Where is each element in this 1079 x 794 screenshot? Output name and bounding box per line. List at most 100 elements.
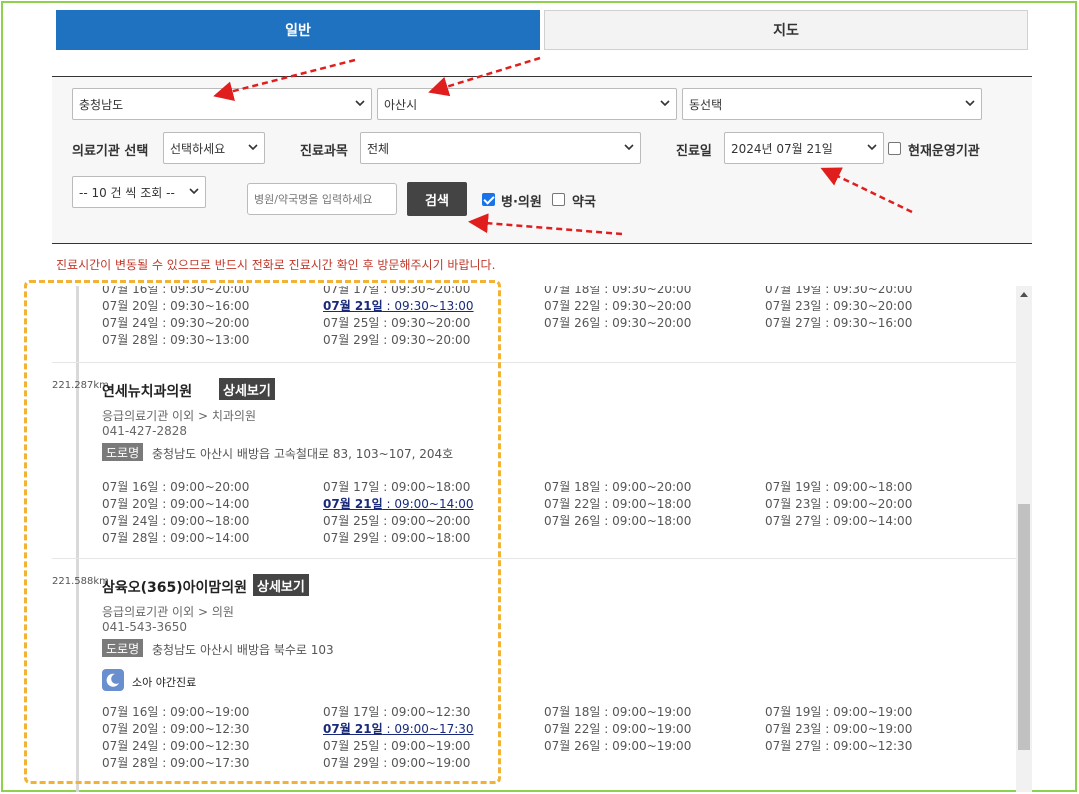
schedule-entry: 07월 17일 : 09:30~20:00 xyxy=(323,286,471,296)
city-select[interactable]: 아산시 xyxy=(377,88,677,120)
schedule-entry: 07월 22일 : 09:30~20:00 xyxy=(544,299,692,313)
detail-button[interactable]: 상세보기 xyxy=(253,574,309,596)
schedule-entry: 07월 24일 : 09:00~18:00 xyxy=(102,514,250,528)
district-value: 동선택 xyxy=(689,97,723,112)
chevron-down-icon xyxy=(355,100,365,107)
schedule-entry: 07월 25일 : 09:00~20:00 xyxy=(323,514,471,528)
schedule-entry: 07월 27일 : 09:30~16:00 xyxy=(765,316,913,330)
institution-value: 선택하세요 xyxy=(170,141,226,156)
hospital-phone: 041-543-3650 xyxy=(102,620,188,634)
chevron-down-icon xyxy=(660,100,670,107)
schedule-entry: 07월 28일 : 09:30~13:00 xyxy=(102,333,250,347)
institution-select[interactable]: 선택하세요 xyxy=(163,132,265,164)
open-now-checkbox[interactable] xyxy=(888,142,901,155)
schedule-entry: 07월 29일 : 09:00~18:00 xyxy=(323,531,471,545)
chevron-down-icon xyxy=(624,144,634,151)
hospital-check-label: 병·의원 xyxy=(501,195,542,210)
schedule-entry: 07월 23일 : 09:30~20:00 xyxy=(765,299,913,313)
schedule-entry-today: 07월 21일 : 09:00~17:30 xyxy=(323,722,474,736)
institution-label: 의료기관 선택 xyxy=(72,144,149,159)
tab-map[interactable]: 지도 xyxy=(544,10,1028,50)
schedule-entry: 07월 16일 : 09:00~20:00 xyxy=(102,480,250,494)
search-input[interactable] xyxy=(247,183,397,215)
results-list: 07월 16일 : 09:30~20:00 07월 17일 : 09:30~20… xyxy=(52,286,1017,792)
chevron-down-icon xyxy=(189,188,199,195)
schedule-entry: 07월 25일 : 09:30~20:00 xyxy=(323,316,471,330)
distance-label: 221.287km xyxy=(52,380,109,391)
schedule-entry: 07월 28일 : 09:00~17:30 xyxy=(102,756,250,770)
notice-text: 진료시간이 변동될 수 있으므로 반드시 전화로 진료시간 확인 후 방문해주시… xyxy=(56,258,496,272)
chevron-down-icon xyxy=(965,100,975,107)
schedule-entry: 07월 16일 : 09:00~19:00 xyxy=(102,705,250,719)
scroll-up-arrow-icon[interactable] xyxy=(1020,292,1028,297)
province-select[interactable]: 충청남도 xyxy=(72,88,372,120)
schedule-entry: 07월 19일 : 09:00~18:00 xyxy=(765,480,913,494)
schedule-entry-today: 07월 21일 : 09:00~14:00 xyxy=(323,497,474,511)
hospital-name[interactable]: 삼육오(365)아이맘의원 xyxy=(102,577,247,597)
chevron-down-icon xyxy=(867,144,877,151)
schedule-entry: 07월 29일 : 09:00~19:00 xyxy=(323,756,471,770)
hospital-category: 응급의료기관 이외 > 치과의원 xyxy=(102,409,256,423)
district-select[interactable]: 동선택 xyxy=(682,88,982,120)
hospital-name[interactable]: 연세뉴치과의원 xyxy=(102,381,192,401)
filter-panel: 충청남도 아산시 동선택 의료기관 선택 선택하세요 진료과목 전체 진료일 2… xyxy=(52,76,1032,244)
tab-general[interactable]: 일반 xyxy=(56,10,540,50)
schedule-entry: 07월 19일 : 09:00~19:00 xyxy=(765,705,913,719)
schedule-entry: 07월 20일 : 09:00~12:30 xyxy=(102,722,250,736)
schedule-entry: 07월 20일 : 09:00~14:00 xyxy=(102,497,250,511)
open-now-label: 현재운영기관 xyxy=(908,144,980,159)
department-label: 진료과목 xyxy=(300,144,348,159)
hospital-address: 충청남도 아산시 배방읍 고속철대로 83, 103~107, 204호 xyxy=(152,447,454,461)
moon-icon xyxy=(102,669,124,691)
road-address-badge: 도로명 xyxy=(102,443,144,461)
hospital-category: 응급의료기관 이외 > 의원 xyxy=(102,605,234,619)
schedule-entry: 07월 17일 : 09:00~18:00 xyxy=(323,480,471,494)
schedule-entry: 07월 18일 : 09:30~20:00 xyxy=(544,286,692,296)
schedule-entry: 07월 17일 : 09:00~12:30 xyxy=(323,705,471,719)
schedule-entry: 07월 16일 : 09:30~20:00 xyxy=(102,286,250,296)
schedule-entry: 07월 22일 : 09:00~19:00 xyxy=(544,722,692,736)
schedule-entry: 07월 18일 : 09:00~20:00 xyxy=(544,480,692,494)
schedule-entry-today: 07월 21일 : 09:30~13:00 xyxy=(323,299,474,313)
hospital-address: 충청남도 아산시 배방읍 북수로 103 xyxy=(152,643,334,657)
pharmacy-checkbox[interactable] xyxy=(552,193,565,206)
search-button[interactable]: 검색 xyxy=(407,182,467,216)
schedule-entry: 07월 18일 : 09:00~19:00 xyxy=(544,705,692,719)
result-divider xyxy=(52,362,1017,363)
night-care-label: 소아 야간진료 xyxy=(132,676,197,689)
schedule-entry: 07월 19일 : 09:30~20:00 xyxy=(765,286,913,296)
date-value: 2024년 07월 21일 xyxy=(731,141,833,156)
schedule-entry: 07월 25일 : 09:00~19:00 xyxy=(323,739,471,753)
schedule-entry: 07월 27일 : 09:00~12:30 xyxy=(765,739,913,753)
schedule-entry: 07월 27일 : 09:00~14:00 xyxy=(765,514,913,528)
road-address-badge: 도로명 xyxy=(102,639,144,657)
schedule-entry: 07월 20일 : 09:30~16:00 xyxy=(102,299,250,313)
schedule-entry: 07월 23일 : 09:00~19:00 xyxy=(765,722,913,736)
schedule-entry: 07월 28일 : 09:00~14:00 xyxy=(102,531,250,545)
page-size-select[interactable]: -- 10 건 씩 조회 -- xyxy=(72,176,206,208)
results-scrollbar[interactable] xyxy=(1016,286,1032,792)
date-label: 진료일 xyxy=(676,144,712,159)
hospital-phone: 041-427-2828 xyxy=(102,424,188,438)
schedule-entry: 07월 24일 : 09:30~20:00 xyxy=(102,316,250,330)
schedule-entry: 07월 24일 : 09:00~12:30 xyxy=(102,739,250,753)
detail-button[interactable]: 상세보기 xyxy=(219,378,275,400)
scroll-thumb[interactable] xyxy=(1018,504,1030,750)
chevron-down-icon xyxy=(248,144,258,151)
schedule-entry: 07월 26일 : 09:30~20:00 xyxy=(544,316,692,330)
schedule-entry: 07월 29일 : 09:30~20:00 xyxy=(323,333,471,347)
result-divider xyxy=(52,558,1017,559)
schedule-entry: 07월 22일 : 09:00~18:00 xyxy=(544,497,692,511)
city-value: 아산시 xyxy=(384,97,418,112)
schedule-entry: 07월 26일 : 09:00~19:00 xyxy=(544,739,692,753)
department-select[interactable]: 전체 xyxy=(360,132,641,164)
schedule-entry: 07월 23일 : 09:00~20:00 xyxy=(765,497,913,511)
schedule-entry: 07월 26일 : 09:00~18:00 xyxy=(544,514,692,528)
hospital-checkbox[interactable] xyxy=(482,193,495,206)
date-select[interactable]: 2024년 07월 21일 xyxy=(724,132,884,164)
page-size-value: -- 10 건 씩 조회 -- xyxy=(79,185,175,200)
pharmacy-check-label: 약국 xyxy=(572,195,596,210)
province-value: 충청남도 xyxy=(79,97,124,112)
distance-label: 221.588km xyxy=(52,576,109,587)
department-value: 전체 xyxy=(367,141,390,156)
